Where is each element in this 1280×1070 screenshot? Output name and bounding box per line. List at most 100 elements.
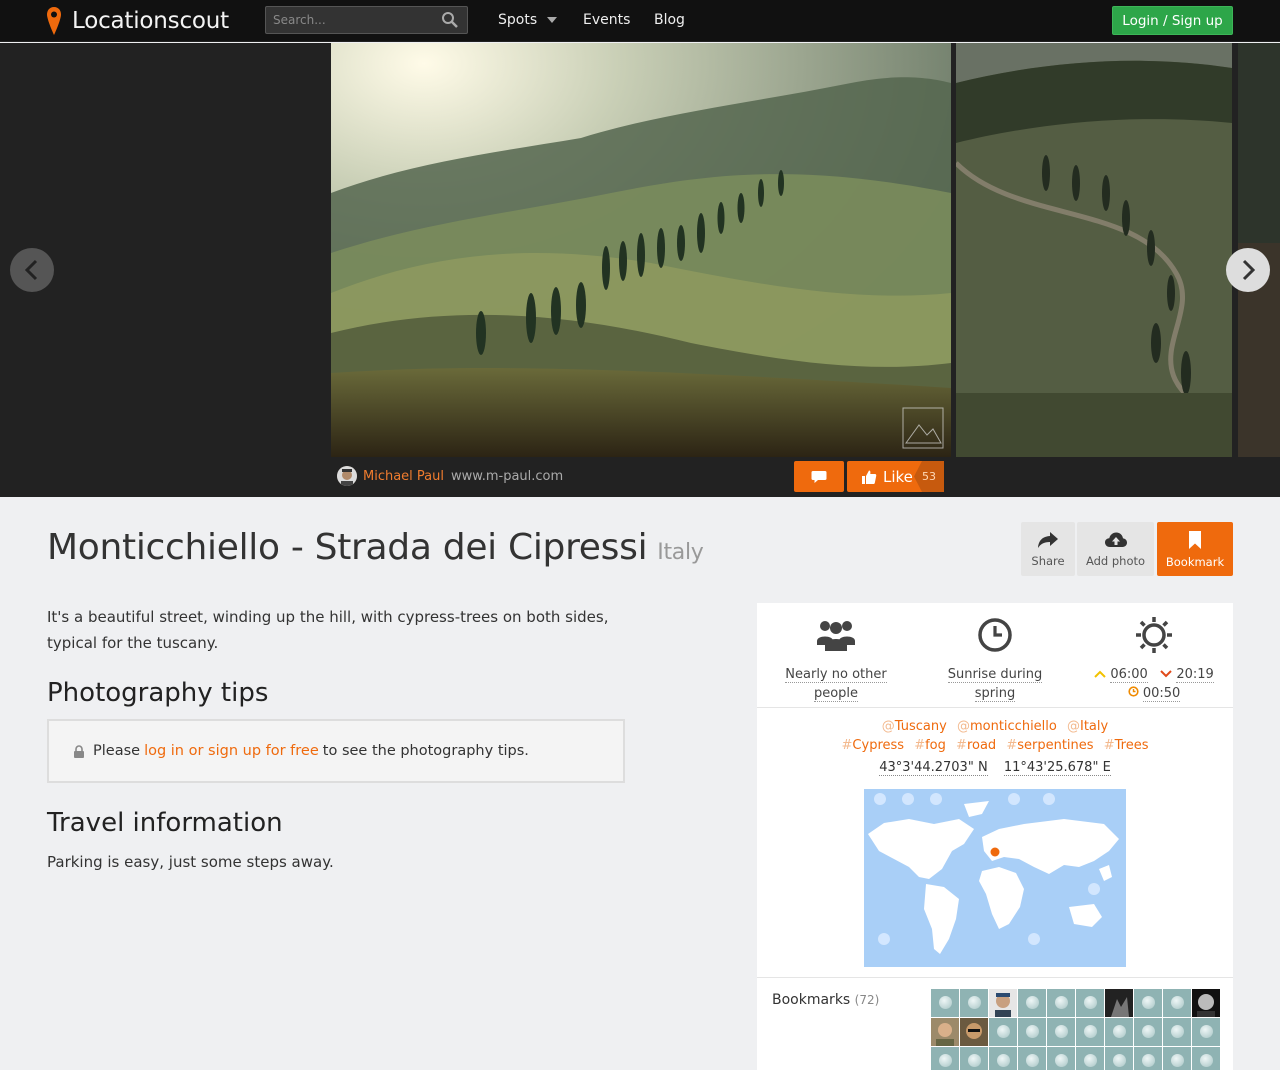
sunrise-arrow-icon xyxy=(1094,670,1106,678)
crowd-stat: Nearly no other people xyxy=(761,615,911,703)
caret-down-icon xyxy=(547,17,558,23)
bookmark-avatar[interactable] xyxy=(1192,1018,1220,1046)
world-map[interactable] xyxy=(864,789,1126,967)
next-photo-preview[interactable] xyxy=(956,43,1232,457)
bookmark-avatar[interactable] xyxy=(1105,989,1133,1017)
bookmark-avatar[interactable] xyxy=(1076,1018,1104,1046)
bookmark-avatar[interactable] xyxy=(989,989,1017,1017)
best-time-stat-text[interactable]: Sunrise during spring xyxy=(920,665,1070,703)
bookmark-avatar[interactable] xyxy=(989,1047,1017,1070)
divider xyxy=(757,977,1233,978)
nav-blog[interactable]: Blog xyxy=(654,12,685,28)
coordinates: 43°3'44.2703" N 11°43'25.678" E xyxy=(757,760,1233,776)
bookmark-avatar[interactable] xyxy=(1163,1047,1191,1070)
bookmark-avatar[interactable] xyxy=(989,1018,1017,1046)
spot-title-text: Monticchiello - Strada dei Cipressi xyxy=(47,527,648,568)
prev-photo-button[interactable] xyxy=(10,248,54,292)
next-photo-button[interactable] xyxy=(1226,248,1270,292)
login-signup-link[interactable]: log in or sign up for free xyxy=(144,743,319,759)
user-photo-image xyxy=(960,1018,988,1046)
bookmark-avatar[interactable] xyxy=(1192,1047,1220,1070)
bookmark-avatar[interactable] xyxy=(1134,1047,1162,1070)
bookmark-avatar[interactable] xyxy=(1134,989,1162,1017)
bookmark-avatar[interactable] xyxy=(1076,1047,1104,1070)
tag-list: @Tuscany @monticchiello @Italy #Cypress … xyxy=(757,717,1233,755)
bookmark-avatar[interactable] xyxy=(1192,989,1220,1017)
comments-button[interactable] xyxy=(794,461,844,492)
user-photo-image xyxy=(931,1018,959,1046)
bookmark-avatar[interactable] xyxy=(931,989,959,1017)
bookmarks-label: Bookmarks (72) xyxy=(772,992,879,1008)
main-photo[interactable] xyxy=(331,43,951,457)
place-tag-italy[interactable]: @Italy xyxy=(1067,719,1108,734)
search-box xyxy=(265,6,468,34)
author-link[interactable]: Michael Paul xyxy=(363,469,444,484)
logo[interactable]: Locationscout xyxy=(46,5,229,37)
travel-information-text: Parking is easy, just some steps away. xyxy=(47,853,334,871)
bookmark-button[interactable]: Bookmark xyxy=(1157,522,1233,576)
user-photo-image xyxy=(1192,989,1220,1017)
bookmark-avatar[interactable] xyxy=(960,1047,988,1070)
bookmark-avatar[interactable] xyxy=(1105,1018,1133,1046)
hashtag-fog[interactable]: #fog xyxy=(914,738,946,753)
latitude[interactable]: 43°3'44.2703" N xyxy=(879,760,988,776)
share-label: Share xyxy=(1031,553,1065,568)
bookmark-avatar[interactable] xyxy=(1047,1047,1075,1070)
brand-name: Locationscout xyxy=(72,8,229,34)
place-tag-monticchiello[interactable]: @monticchiello xyxy=(957,719,1057,734)
sun-times-stat: 06:00 20:19 00:50 xyxy=(1079,615,1229,703)
photo-credit-bar: Michael Paul www.m-paul.com Like 53 xyxy=(331,457,951,497)
bookmark-avatar[interactable] xyxy=(1134,1018,1162,1046)
bookmark-avatar[interactable] xyxy=(1105,1047,1133,1070)
bookmark-icon xyxy=(1189,530,1201,549)
crowd-line-1: Nearly no other xyxy=(785,667,887,683)
nav-events[interactable]: Events xyxy=(583,12,630,28)
lock-icon xyxy=(74,744,84,758)
hashtag-cypress[interactable]: #Cypress xyxy=(842,738,905,753)
add-photo-button[interactable]: Add photo xyxy=(1077,522,1154,576)
location-marker[interactable] xyxy=(990,847,1000,857)
bookmark-avatar[interactable] xyxy=(1047,1018,1075,1046)
bookmark-avatar[interactable] xyxy=(960,989,988,1017)
search-input[interactable] xyxy=(266,7,431,33)
tips-prefix: Please xyxy=(93,743,141,759)
author-face-image xyxy=(337,466,357,486)
cloud-upload-icon xyxy=(1104,532,1127,547)
spot-info-panel: Nearly no other people Sunrise during sp… xyxy=(757,603,1233,1070)
comment-icon xyxy=(811,470,827,483)
hashtag-trees[interactable]: #Trees xyxy=(1104,738,1149,753)
bookmark-avatar[interactable] xyxy=(1076,989,1104,1017)
bookmarks-title: Bookmarks xyxy=(772,992,851,1008)
share-button[interactable]: Share xyxy=(1021,522,1075,576)
crowd-stat-text[interactable]: Nearly no other people xyxy=(761,665,911,703)
bookmark-avatar[interactable] xyxy=(960,1018,988,1046)
sun-times-text[interactable]: 06:00 20:19 00:50 xyxy=(1079,665,1229,703)
bookmark-avatar[interactable] xyxy=(1018,989,1046,1017)
hashtag-serpentines[interactable]: #serpentines xyxy=(1006,738,1093,753)
bookmark-label: Bookmark xyxy=(1165,554,1225,569)
hashtag-road[interactable]: #road xyxy=(956,738,996,753)
country-link[interactable]: Italy xyxy=(657,540,704,565)
place-tag-tuscany[interactable]: @Tuscany xyxy=(882,719,947,734)
sunset-time: 20:19 xyxy=(1176,667,1214,683)
bookmark-avatar[interactable] xyxy=(1047,989,1075,1017)
golden-hour-icon xyxy=(1128,686,1139,697)
bookmark-avatar[interactable] xyxy=(1163,989,1191,1017)
bookmark-avatar[interactable] xyxy=(1163,1018,1191,1046)
tuscany-landscape-image xyxy=(331,43,951,457)
author-website-link[interactable]: www.m-paul.com xyxy=(451,469,563,484)
like-button[interactable]: Like 53 xyxy=(847,461,944,492)
add-photo-label: Add photo xyxy=(1085,553,1146,568)
photo-gallery: Michael Paul www.m-paul.com Like 53 xyxy=(0,43,1280,497)
bookmark-avatar[interactable] xyxy=(1018,1018,1046,1046)
bookmark-avatar[interactable] xyxy=(931,1047,959,1070)
search-icon[interactable] xyxy=(441,11,459,29)
author-avatar[interactable] xyxy=(337,466,357,486)
bookmark-avatar[interactable] xyxy=(1018,1047,1046,1070)
login-signup-button[interactable]: Login / Sign up xyxy=(1112,6,1233,35)
longitude[interactable]: 11°43'25.678" E xyxy=(1003,760,1111,776)
nav-spots[interactable]: Spots xyxy=(498,12,558,28)
people-icon xyxy=(817,621,855,651)
sunrise-time: 06:00 xyxy=(1110,667,1148,683)
bookmark-avatar[interactable] xyxy=(931,1018,959,1046)
